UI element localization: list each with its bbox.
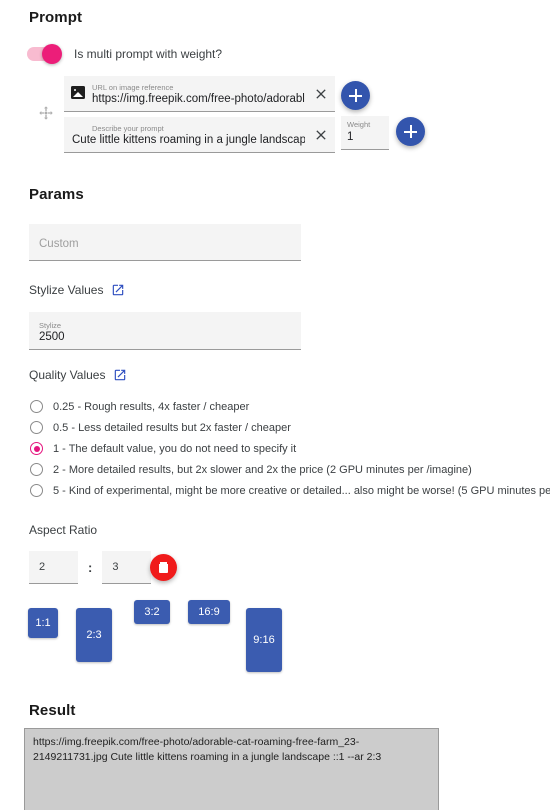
quality-option-label: 0.5 - Less detailed results but 2x faste… (53, 421, 291, 434)
quality-option-4[interactable]: 5 - Kind of experimental, might be more … (30, 480, 550, 501)
aspect-ratio-presets: 1:1 2:3 3:2 16:9 9:16 (28, 600, 318, 672)
quality-options-group: 0.25 - Rough results, 4x faster / cheape… (30, 396, 550, 501)
quality-option-label: 5 - Kind of experimental, might be more … (53, 484, 550, 497)
aspect-ratio-preset-3-2[interactable]: 3:2 (134, 600, 170, 624)
weight-value: 1 (347, 131, 354, 143)
quality-option-label: 2 - More detailed results, but 2x slower… (53, 463, 472, 476)
toggle-knob (42, 44, 62, 64)
close-icon-url[interactable] (313, 86, 329, 102)
prompt-builder-page: Prompt Is multi prompt with weight? URL … (0, 0, 550, 810)
plus-icon (349, 89, 362, 102)
describe-prompt-label: Describe your prompt (92, 124, 164, 133)
custom-input-placeholder: Custom (39, 238, 79, 250)
radio-button[interactable] (30, 421, 43, 434)
quality-values-label: Quality Values (29, 368, 106, 382)
add-url-button[interactable] (341, 81, 370, 110)
move-icon[interactable] (38, 105, 54, 121)
url-reference-value: https://img.freepik.com/free-photo/adora… (92, 93, 305, 105)
aspect-ratio-width-input[interactable]: 2 (29, 551, 78, 584)
aspect-ratio-row: Aspect Ratio (29, 523, 97, 537)
aspect-ratio-label: Aspect Ratio (29, 523, 98, 537)
stylize-values-label: Stylize Values (29, 283, 104, 297)
prompt-section-title: Prompt (29, 9, 83, 26)
quality-option-3[interactable]: 2 - More detailed results, but 2x slower… (30, 459, 550, 480)
params-section-title: Params (29, 186, 84, 203)
plus-icon (404, 125, 417, 138)
describe-prompt-field[interactable]: Describe your prompt Cute little kittens… (64, 117, 335, 153)
quality-option-label: 1 - The default value, you do not need t… (53, 442, 297, 455)
multi-prompt-toggle-label: Is multi prompt with weight? (74, 47, 223, 61)
radio-button[interactable] (30, 442, 43, 455)
custom-input[interactable]: Custom (29, 224, 301, 261)
add-prompt-button[interactable] (396, 117, 425, 146)
quality-option-label: 0.25 - Rough results, 4x faster / cheape… (53, 400, 250, 413)
radio-button[interactable] (30, 463, 43, 476)
url-reference-field[interactable]: URL on image reference https://img.freep… (64, 76, 335, 112)
describe-prompt-value: Cute little kittens roaming in a jungle … (72, 134, 305, 146)
close-icon-prompt[interactable] (313, 127, 329, 143)
stylize-input-label: Stylize (39, 320, 62, 330)
quality-option-2[interactable]: 1 - The default value, you do not need t… (30, 438, 550, 459)
open-in-new-icon-stylize[interactable] (111, 283, 125, 297)
multi-prompt-toggle[interactable] (27, 44, 62, 64)
result-section-title: Result (29, 702, 76, 719)
aspect-ratio-preset-1-1[interactable]: 1:1 (28, 608, 58, 638)
open-in-new-icon-quality[interactable] (113, 368, 127, 382)
aspect-ratio-preset-16-9[interactable]: 16:9 (188, 600, 230, 624)
aspect-ratio-height-input[interactable]: 3 (102, 551, 152, 584)
result-output[interactable]: https://img.freepik.com/free-photo/adora… (24, 728, 439, 810)
quality-option-1[interactable]: 0.5 - Less detailed results but 2x faste… (30, 417, 550, 438)
aspect-ratio-separator: : (88, 560, 93, 575)
stylize-values-row: Stylize Values (29, 283, 125, 297)
multi-prompt-toggle-row[interactable]: Is multi prompt with weight? (27, 44, 223, 64)
delete-aspect-ratio-button[interactable] (150, 554, 177, 581)
radio-button[interactable] (30, 400, 43, 413)
aspect-ratio-preset-2-3[interactable]: 2:3 (76, 608, 112, 662)
stylize-input-value: 2500 (39, 330, 65, 343)
image-icon (71, 86, 85, 99)
quality-values-row: Quality Values (29, 368, 127, 382)
radio-button[interactable] (30, 484, 43, 497)
trash-icon (159, 562, 168, 573)
weight-field[interactable]: Weight 1 (341, 116, 389, 150)
stylize-input[interactable]: Stylize 2500 (29, 312, 301, 350)
quality-option-0[interactable]: 0.25 - Rough results, 4x faster / cheape… (30, 396, 550, 417)
prompt-fields-group: URL on image reference https://img.freep… (64, 76, 335, 153)
weight-label: Weight (347, 120, 371, 129)
aspect-ratio-preset-9-16[interactable]: 9:16 (246, 608, 282, 672)
url-reference-label: URL on image reference (92, 83, 174, 92)
aspect-ratio-inputs: 2 : 3 (29, 551, 152, 584)
